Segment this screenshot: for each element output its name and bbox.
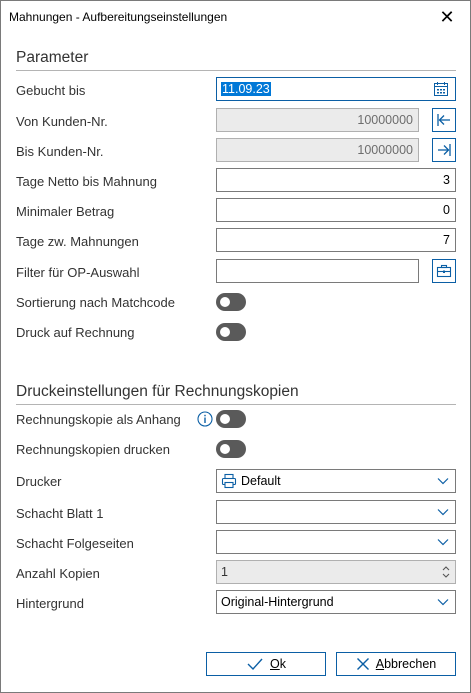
drucker-select[interactable]: Default	[216, 469, 456, 493]
schacht1-label: Schacht Blatt 1	[16, 506, 104, 521]
window-title: Mahnungen - Aufbereitungseinstellungen	[9, 10, 228, 24]
spin-arrows-icon[interactable]	[441, 563, 451, 581]
min-betrag-label: Minimaler Betrag	[16, 204, 115, 219]
filter-op-label: Filter für OP-Auswahl	[16, 265, 140, 280]
check-icon	[247, 658, 263, 671]
druck-rechnung-label: Druck auf Rechnung	[16, 325, 135, 340]
schacht1-select[interactable]	[216, 500, 456, 524]
tage-zw-field[interactable]: 7	[216, 228, 456, 252]
filter-op-select-button[interactable]	[432, 259, 456, 283]
section-divider	[16, 404, 456, 405]
schacht-folge-select[interactable]	[216, 530, 456, 554]
chevron-down-icon	[437, 478, 449, 485]
hintergrund-label: Hintergrund	[16, 596, 84, 611]
kopien-drucken-label: Rechnungskopien drucken	[16, 442, 170, 457]
cancel-button[interactable]: Abbrechen	[336, 652, 456, 676]
arrow-left-bar-icon	[437, 114, 450, 126]
tage-zw-label: Tage zw. Mahnungen	[16, 234, 139, 249]
min-betrag-field[interactable]: 0	[216, 198, 456, 222]
arrow-right-bar-icon	[438, 144, 451, 156]
gebucht-bis-date-field[interactable]: 11.09.23	[216, 77, 456, 101]
von-kunden-first-button[interactable]	[432, 108, 456, 132]
von-kunden-field[interactable]: 10000000	[216, 108, 419, 132]
sortierung-toggle[interactable]	[216, 293, 246, 311]
bis-kunden-field[interactable]: 10000000	[216, 138, 419, 162]
close-icon[interactable]: ✕	[424, 1, 470, 33]
section-title-druckeinstellungen: Druckeinstellungen für Rechnungskopien	[16, 383, 299, 400]
tage-netto-field[interactable]: 3	[216, 168, 456, 192]
gebucht-bis-label: Gebucht bis	[16, 83, 86, 98]
druck-rechnung-toggle[interactable]	[216, 323, 246, 341]
section-title-parameter: Parameter	[16, 49, 89, 66]
info-icon[interactable]	[197, 411, 213, 427]
bis-kunden-last-button[interactable]	[432, 138, 456, 162]
dialog-window: Mahnungen - Aufbereitungseinstellungen ✕…	[0, 0, 471, 693]
chevron-down-icon	[437, 539, 449, 546]
hintergrund-select[interactable]: Original-Hintergrund	[216, 590, 456, 614]
sortierung-label: Sortierung nach Matchcode	[16, 295, 175, 310]
kopien-drucken-toggle[interactable]	[216, 440, 246, 458]
kopie-anhang-label: Rechnungskopie als Anhang	[16, 412, 181, 427]
x-icon	[356, 658, 369, 670]
title-bar: Mahnungen - Aufbereitungseinstellungen ✕	[1, 1, 470, 33]
filter-op-field[interactable]	[216, 259, 419, 283]
calendar-icon[interactable]	[433, 81, 449, 97]
tage-netto-label: Tage Netto bis Mahnung	[16, 174, 157, 189]
hintergrund-value: Original-Hintergrund	[221, 595, 334, 609]
gebucht-bis-value: 11.09.23	[221, 82, 271, 96]
schacht-folge-label: Schacht Folgeseiten	[16, 536, 134, 551]
ok-button-label: Ok	[270, 657, 286, 671]
von-kunden-label: Von Kunden-Nr.	[16, 114, 108, 129]
ok-button[interactable]: Ok	[206, 652, 326, 676]
anzahl-spinner[interactable]: 1	[216, 560, 456, 584]
kopie-anhang-toggle[interactable]	[216, 410, 246, 428]
printer-icon	[221, 473, 237, 489]
section-divider	[16, 70, 456, 71]
chevron-down-icon	[437, 509, 449, 516]
drucker-value: Default	[241, 474, 281, 488]
anzahl-value: 1	[221, 565, 228, 579]
chevron-down-icon	[437, 599, 449, 606]
cancel-button-label: Abbrechen	[375, 657, 437, 671]
drucker-label: Drucker	[16, 474, 62, 489]
briefcase-icon	[436, 264, 452, 278]
bis-kunden-label: Bis Kunden-Nr.	[16, 144, 104, 159]
anzahl-label: Anzahl Kopien	[16, 566, 100, 581]
